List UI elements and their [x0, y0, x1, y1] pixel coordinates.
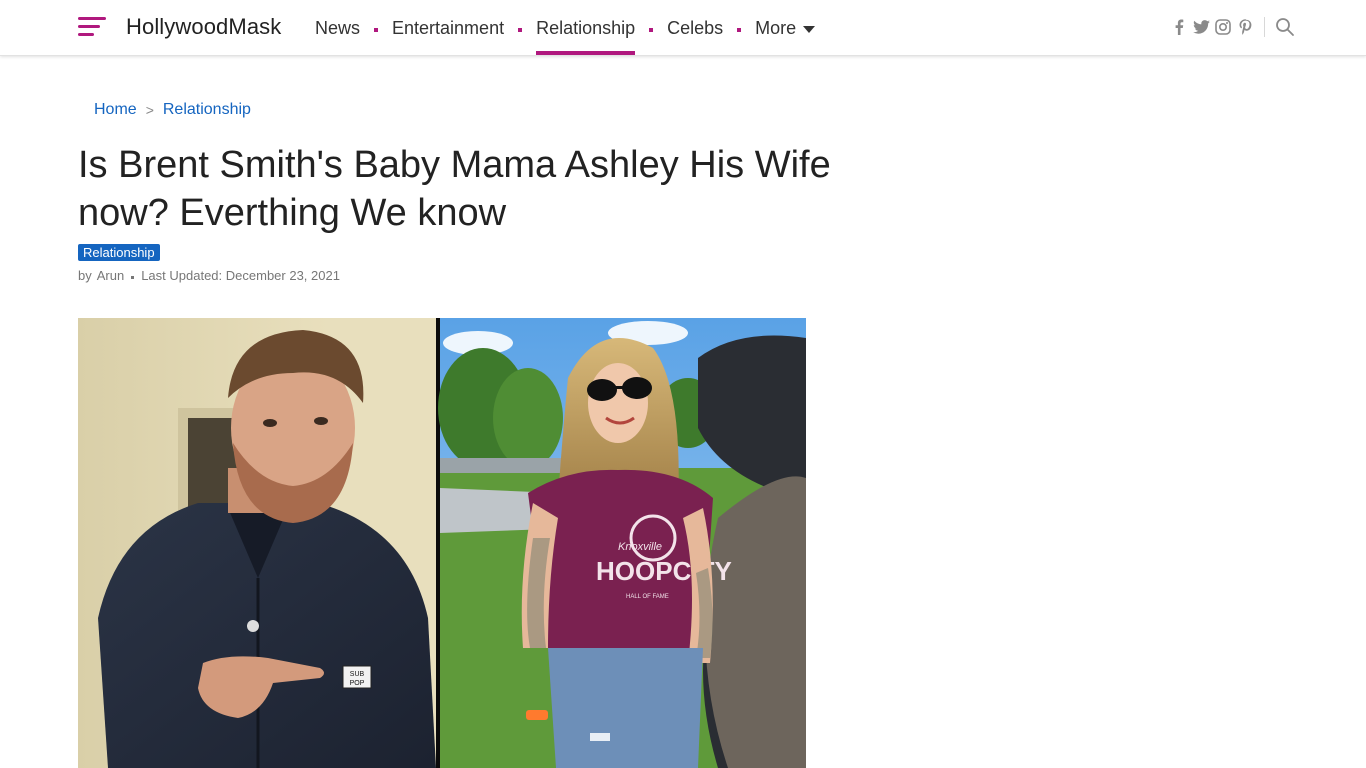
left-photo-man: SUB POP — [78, 318, 436, 768]
nav-item-news[interactable]: News — [315, 0, 360, 56]
pinterest-icon[interactable] — [1236, 17, 1254, 37]
last-updated: Last Updated: December 23, 2021 — [141, 268, 340, 283]
byline-dot — [131, 275, 135, 279]
article-title: Is Brent Smith's Baby Mama Ashley His Wi… — [78, 144, 831, 234]
right-photo-woman: Knoxville HOOPCITY HALL OF FAME — [438, 318, 806, 768]
header-divider — [1264, 17, 1265, 37]
site-header: HollywoodMask News Entertainment Relatio… — [0, 0, 1366, 56]
main-nav: News Entertainment Relationship Celebs M… — [315, 0, 816, 56]
patch-text-pop: POP — [350, 680, 365, 687]
social-links — [1170, 17, 1295, 37]
chevron-down-icon — [803, 25, 816, 33]
nav-item-celebs[interactable]: Celebs — [667, 0, 723, 56]
shirt-text-hall-of-fame: HALL OF FAME — [626, 594, 669, 600]
hamburger-menu-icon[interactable] — [78, 16, 108, 38]
nav-separator — [518, 27, 523, 32]
nav-item-more[interactable]: More — [755, 0, 816, 56]
nav-separator — [649, 27, 654, 32]
nav-item-entertainment[interactable]: Entertainment — [392, 0, 504, 56]
site-logo[interactable]: HollywoodMask — [126, 14, 281, 40]
shirt-text-knoxville: Knoxville — [618, 541, 662, 553]
breadcrumb-relationship-link[interactable]: Relationship — [163, 101, 251, 119]
breadcrumb-separator: > — [145, 102, 154, 118]
breadcrumb-home-link[interactable]: Home — [94, 101, 137, 119]
patch-text-sub: SUB — [350, 671, 365, 678]
article-byline: by Arun Last Updated: December 23, 2021 — [78, 268, 340, 283]
twitter-icon[interactable] — [1192, 17, 1210, 37]
search-icon[interactable] — [1275, 17, 1295, 37]
nav-separator — [737, 27, 742, 32]
breadcrumb: Home > Relationship — [94, 101, 251, 119]
nav-item-relationship[interactable]: Relationship — [536, 0, 636, 56]
instagram-icon[interactable] — [1214, 17, 1232, 37]
by-label: by — [78, 268, 92, 283]
author-link[interactable]: Arun — [97, 268, 124, 283]
hero-image: SUB POP Knoxville HOOPCITY HALL OF FAME — [78, 318, 806, 768]
nav-item-more-label: More — [755, 17, 797, 38]
facebook-icon[interactable] — [1170, 17, 1188, 37]
nav-separator — [374, 27, 379, 32]
category-badge[interactable]: Relationship — [78, 244, 160, 261]
